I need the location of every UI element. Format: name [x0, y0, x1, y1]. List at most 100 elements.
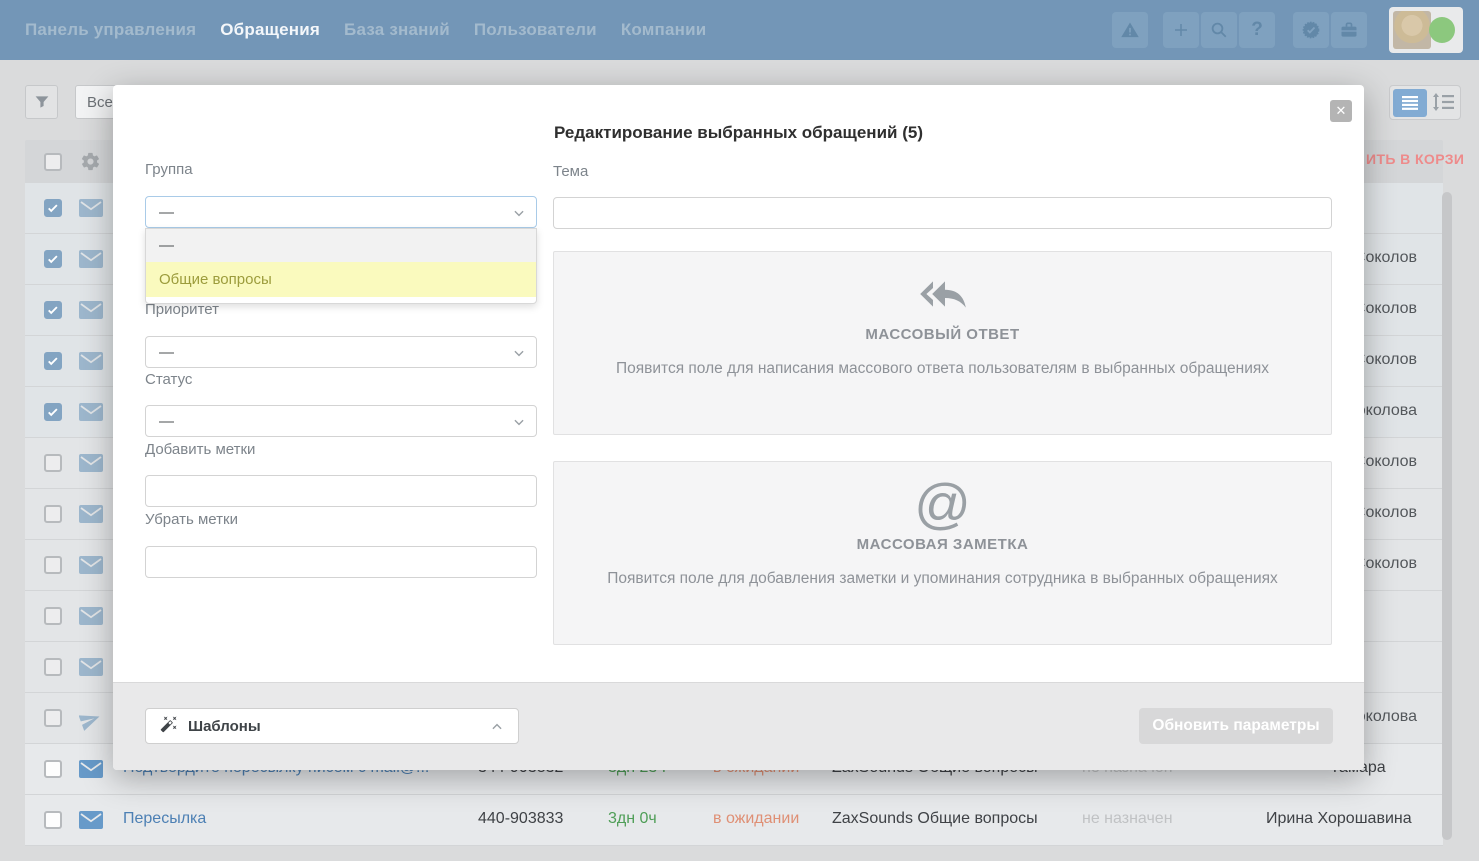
row-checkbox[interactable]	[44, 352, 62, 370]
nav-item-users[interactable]: Пользователи	[474, 20, 597, 40]
magic-wand-icon	[160, 715, 178, 738]
chevron-down-icon	[512, 415, 526, 429]
group-select-value: —	[159, 204, 174, 221]
funnel-icon	[34, 94, 50, 110]
mass-reply-description: Появится поле для написания массового от…	[603, 357, 1283, 381]
templates-label: Шаблоны	[188, 718, 261, 735]
ticket-group: ZaxSounds Общие вопросы	[832, 810, 1038, 828]
mail-icon	[79, 199, 103, 217]
row-checkbox[interactable]	[44, 301, 62, 319]
app-root: Панель управления Обращения База знаний …	[0, 0, 1479, 861]
mail-icon	[79, 352, 103, 370]
row-checkbox[interactable]	[44, 811, 62, 829]
status-select[interactable]: —	[145, 405, 537, 437]
search-icon[interactable]	[1201, 12, 1237, 48]
priority-select-value: —	[159, 344, 174, 361]
at-sign-icon: @	[914, 478, 971, 530]
group-option-highlighted[interactable]: Общие вопросы	[146, 262, 536, 297]
row-checkbox[interactable]	[44, 454, 62, 472]
status-select-value: —	[159, 413, 174, 430]
status-label: Статус	[145, 371, 192, 388]
modal-footer: Шаблоны Обновить параметры	[113, 682, 1364, 770]
row-checkbox[interactable]	[44, 250, 62, 268]
mail-icon	[79, 505, 103, 523]
filter-all-label: Все	[87, 94, 113, 111]
mail-icon	[79, 301, 103, 319]
ticket-subject-link[interactable]: Пересылка	[123, 810, 206, 828]
priority-select[interactable]: —	[145, 336, 537, 368]
group-select[interactable]: —	[145, 196, 537, 228]
vertical-scrollbar[interactable]	[1442, 192, 1452, 840]
nav-status-group	[1293, 12, 1367, 48]
templates-button[interactable]: Шаблоны	[145, 708, 519, 744]
add-tags-input[interactable]	[145, 475, 537, 507]
update-parameters-button[interactable]: Обновить параметры	[1139, 708, 1333, 744]
ticket-client: Ирина Хорошавина	[1266, 810, 1412, 828]
mass-reply-title: МАССОВЫЙ ОТВЕТ	[865, 326, 1019, 343]
chevron-up-icon	[490, 720, 504, 734]
nav-item-tickets[interactable]: Обращения	[220, 20, 320, 40]
online-status-dot	[1429, 17, 1455, 43]
row-checkbox[interactable]	[44, 505, 62, 523]
mail-icon	[79, 454, 103, 472]
reply-all-icon	[919, 268, 967, 320]
profile-widget[interactable]	[1389, 7, 1463, 53]
list-view-icon	[1402, 96, 1418, 110]
mail-icon	[79, 556, 103, 574]
move-to-trash-action[interactable]: ИТЬ В КОРЗИ	[1366, 151, 1464, 167]
ticket-assignee: не назначен	[1082, 810, 1173, 828]
row-checkbox[interactable]	[44, 760, 62, 778]
add-tags-label: Добавить метки	[145, 441, 255, 458]
row-checkbox[interactable]	[44, 403, 62, 421]
alert-icon[interactable]	[1112, 12, 1148, 48]
group-label: Группа	[145, 161, 193, 178]
ticket-id: 440-903833	[478, 810, 563, 828]
view-toggle-group	[1389, 85, 1461, 120]
remove-tags-label: Убрать метки	[145, 511, 238, 528]
ticket-status: в ожидании	[713, 810, 799, 828]
chevron-down-icon	[512, 346, 526, 360]
close-icon[interactable]: ✕	[1330, 100, 1352, 122]
mail-icon	[79, 403, 103, 421]
mass-note-panel[interactable]: @ МАССОВАЯ ЗАМЕТКА Появится поле для доб…	[553, 461, 1332, 645]
briefcase-icon[interactable]	[1331, 12, 1367, 48]
nav-item-knowledge-base[interactable]: База знаний	[344, 20, 450, 40]
ticket-age: 3дн 0ч	[608, 810, 657, 828]
row-checkbox[interactable]	[44, 607, 62, 625]
remove-tags-input[interactable]	[145, 546, 537, 578]
select-all-checkbox[interactable]	[44, 153, 62, 171]
nav-item-dashboard[interactable]: Панель управления	[25, 20, 196, 40]
bulk-edit-modal: ✕ Редактирование выбранных обращений (5)…	[113, 85, 1364, 770]
chevron-down-icon	[512, 206, 526, 220]
list-view-button[interactable]	[1393, 89, 1427, 117]
verified-icon[interactable]	[1293, 12, 1329, 48]
top-nav: Панель управления Обращения База знаний …	[0, 0, 1479, 60]
nav-action-group: ?	[1163, 12, 1275, 48]
mass-reply-panel[interactable]: МАССОВЫЙ ОТВЕТ Появится поле для написан…	[553, 251, 1332, 435]
mail-icon	[79, 760, 103, 778]
row-checkbox[interactable]	[44, 658, 62, 676]
send-icon	[79, 709, 103, 727]
add-icon[interactable]	[1163, 12, 1199, 48]
subject-input[interactable]	[553, 197, 1332, 229]
help-icon[interactable]: ?	[1239, 12, 1275, 48]
mail-icon	[79, 811, 103, 829]
row-checkbox[interactable]	[44, 199, 62, 217]
mass-note-description: Появится поле для добавления заметки и у…	[603, 567, 1283, 591]
row-height-icon	[1432, 92, 1454, 112]
avatar	[1393, 11, 1431, 49]
subject-label: Тема	[553, 163, 588, 180]
nav-item-companies[interactable]: Компании	[621, 20, 707, 40]
group-option[interactable]: —	[146, 229, 536, 262]
mail-icon	[79, 658, 103, 676]
nav-icon-group	[1112, 12, 1148, 48]
row-height-button[interactable]	[1432, 92, 1454, 117]
row-checkbox[interactable]	[44, 556, 62, 574]
filter-button[interactable]	[25, 85, 58, 119]
row-checkbox[interactable]	[44, 709, 62, 727]
mail-icon	[79, 250, 103, 268]
table-settings-gear-icon[interactable]	[80, 151, 101, 177]
modal-title: Редактирование выбранных обращений (5)	[113, 123, 1364, 143]
mass-note-title: МАССОВАЯ ЗАМЕТКА	[857, 536, 1029, 553]
mail-icon	[79, 607, 103, 625]
